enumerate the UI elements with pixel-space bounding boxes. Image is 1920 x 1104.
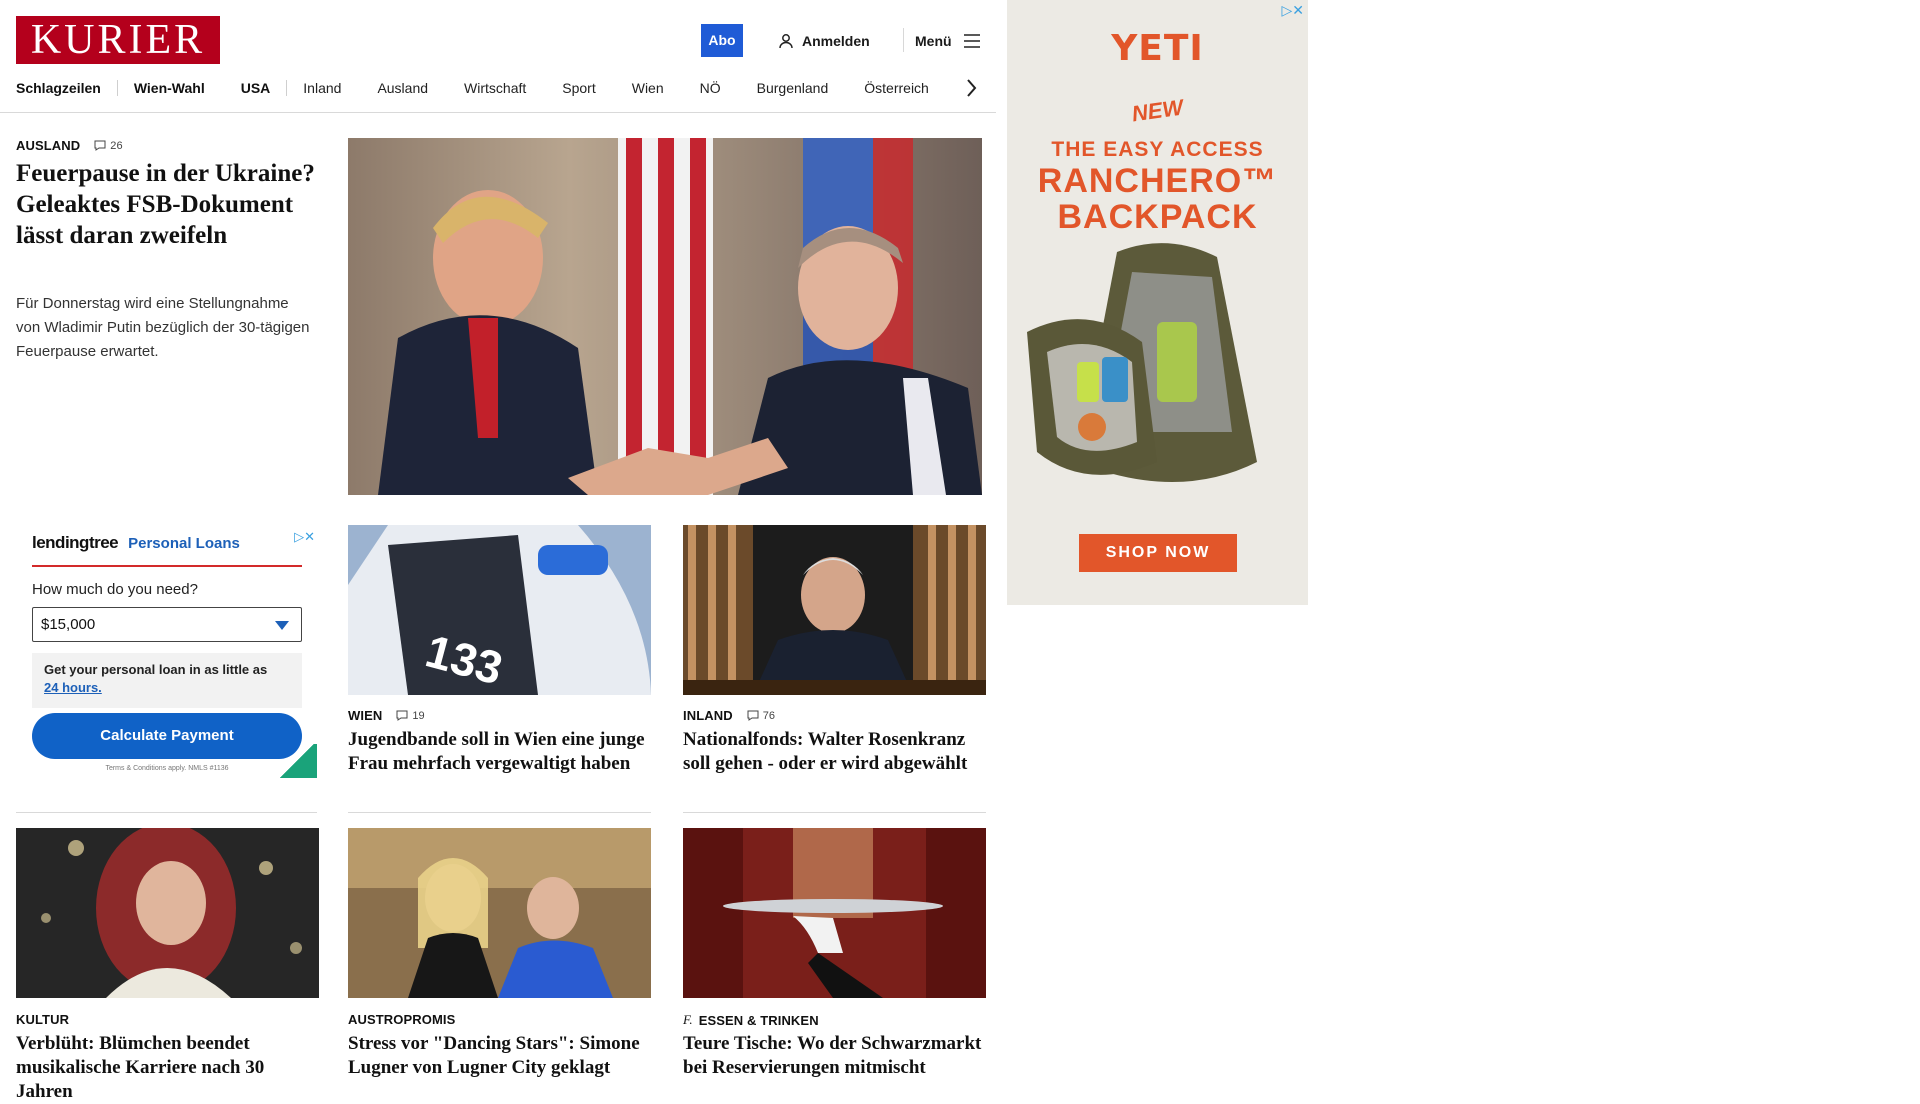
card-divider — [348, 812, 651, 813]
dropdown-arrow-icon — [275, 621, 289, 630]
lendingtree-divider — [32, 565, 302, 567]
nav-item-wien[interactable]: Wien — [632, 80, 664, 96]
header-divider-line — [0, 112, 996, 113]
yeti-product-name: RANCHERO™ — [1037, 162, 1278, 200]
login-label: Anmelden — [802, 33, 870, 49]
nav-item-noe[interactable]: NÖ — [700, 80, 721, 96]
comment-icon — [94, 140, 106, 151]
lead-comment-count[interactable]: 26 — [94, 139, 123, 152]
card-comment-number: 76 — [762, 709, 776, 722]
card-kicker-label: ESSEN & TRINKEN — [698, 1012, 819, 1028]
lead-kicker-label: AUSLAND — [16, 138, 81, 153]
lendingtree-product: Personal Loans — [128, 534, 240, 552]
loan-info-link[interactable]: 24 hours. — [44, 680, 102, 695]
article-image-kultur[interactable] — [16, 828, 319, 998]
nav-item-wirtschaft[interactable]: Wirtschaft — [464, 80, 526, 96]
card-headline[interactable]: Nationalfonds: Walter Rosenkranz soll ge… — [683, 728, 988, 776]
menu-button[interactable]: Menü — [915, 30, 980, 52]
login-button[interactable]: Anmelden — [778, 30, 870, 52]
menu-label: Menü — [915, 33, 952, 49]
lead-image[interactable] — [348, 138, 982, 495]
ad-corner-graphic — [277, 744, 317, 778]
yeti-ad[interactable]: ▷✕ YETI NEW THE EASY ACCESS RANCHERO™ BA… — [1007, 0, 1308, 605]
card-headline[interactable]: Jugendbande soll in Wien eine junge Frau… — [348, 728, 653, 776]
loan-info-text: Get your personal loan in as little as — [44, 662, 268, 677]
card-headline[interactable]: Verblüht: Blümchen beendet musikalische … — [16, 1032, 321, 1104]
chevron-right-icon[interactable] — [965, 78, 977, 98]
card-comment-count[interactable]: 76 — [747, 710, 775, 722]
nav-item-ausland[interactable]: Ausland — [377, 80, 428, 96]
loan-amount-value: $15,000 — [41, 616, 96, 633]
abo-button[interactable]: Abo — [701, 24, 743, 57]
nav-divider — [286, 80, 288, 96]
section-nav: Schlagzeilen Wien-Wahl USA Inland Auslan… — [16, 78, 986, 98]
card-kicker-label: INLAND — [683, 708, 733, 723]
nav-item-schlagzeilen[interactable]: Schlagzeilen — [16, 80, 101, 96]
article-image-essen-trinken[interactable] — [683, 828, 986, 998]
loan-info-box: Get your personal loan in as little as 2… — [32, 653, 302, 708]
article-image-wien[interactable]: 133 — [348, 525, 651, 695]
kurier-logo[interactable]: KURIER — [16, 16, 220, 64]
nav-item-oesterreich[interactable]: Österreich — [864, 80, 929, 96]
card-comment-count[interactable]: 19 — [396, 709, 425, 722]
lead-teaser: Für Donnerstag wird eine Stellungnahme v… — [16, 295, 310, 360]
yeti-logo: YETI — [1111, 28, 1204, 69]
card-kicker[interactable]: AUSTROPROMIS — [348, 1012, 455, 1027]
card-kicker-label: WIEN — [348, 708, 383, 723]
comment-icon — [747, 710, 759, 721]
card-kicker[interactable]: WIEN 19 — [348, 708, 425, 723]
loan-amount-select[interactable]: $15,000 — [32, 607, 302, 642]
ad-divider — [16, 812, 317, 813]
comment-icon — [396, 710, 408, 721]
card-kicker[interactable]: INLAND 76 — [683, 708, 775, 723]
nav-divider — [116, 80, 118, 96]
nav-item-burgenland[interactable]: Burgenland — [757, 80, 829, 96]
user-icon — [779, 34, 793, 49]
card-headline[interactable]: Teure Tische: Wo der Schwarzmarkt bei Re… — [683, 1032, 988, 1080]
adchoices-icon[interactable]: ▷✕ — [294, 529, 315, 545]
card-kicker[interactable]: KULTUR — [16, 1012, 69, 1027]
lead-headline[interactable]: Feuerpause in der Ukraine? Geleaktes FSB… — [16, 158, 316, 251]
card-kicker-label: AUSTROPROMIS — [348, 1012, 456, 1027]
shop-now-button[interactable]: SHOP NOW — [1079, 534, 1237, 572]
loan-question: How much do you need? — [32, 581, 198, 598]
lead-kicker[interactable]: AUSLAND 26 — [16, 138, 123, 153]
nav-item-sport[interactable]: Sport — [562, 80, 595, 96]
card-kicker-label: KULTUR — [16, 1012, 70, 1027]
header-divider — [903, 28, 904, 52]
article-image-austropromis[interactable] — [348, 828, 651, 998]
nav-item-usa[interactable]: USA — [241, 80, 271, 96]
hamburger-icon — [963, 34, 980, 48]
ad-terms: Terms & Conditions apply. NMLS #1136 — [105, 765, 229, 772]
adchoices-icon[interactable]: ▷✕ — [1282, 2, 1305, 19]
card-headline[interactable]: Stress vor "Dancing Stars": Simone Lugne… — [348, 1032, 653, 1080]
nav-item-wien-wahl[interactable]: Wien-Wahl — [134, 80, 205, 96]
yeti-tagline: THE EASY ACCESS — [1051, 138, 1264, 161]
lendingtree-logo: lendingtree — [32, 533, 119, 552]
main-column: KURIER Abo Anmelden Menü Schlagzeilen Wi… — [0, 0, 996, 1102]
lendingtree-brand: lendingtree Personal Loans — [32, 533, 240, 553]
lead-comment-number: 26 — [110, 139, 123, 152]
backpack-image — [1027, 243, 1257, 482]
feinschmecker-icon: f. — [683, 1012, 693, 1027]
card-comment-number: 19 — [412, 709, 425, 722]
article-image-inland[interactable] — [683, 525, 986, 695]
yeti-new-badge: NEW — [1130, 94, 1185, 127]
nav-item-inland[interactable]: Inland — [303, 80, 341, 96]
lendingtree-ad[interactable]: ▷✕ lendingtree Personal Loans How much d… — [16, 525, 317, 778]
calculate-payment-button[interactable]: Calculate Payment — [32, 713, 302, 759]
card-divider — [683, 812, 986, 813]
card-kicker[interactable]: f. ESSEN & TRINKEN — [683, 1012, 819, 1028]
